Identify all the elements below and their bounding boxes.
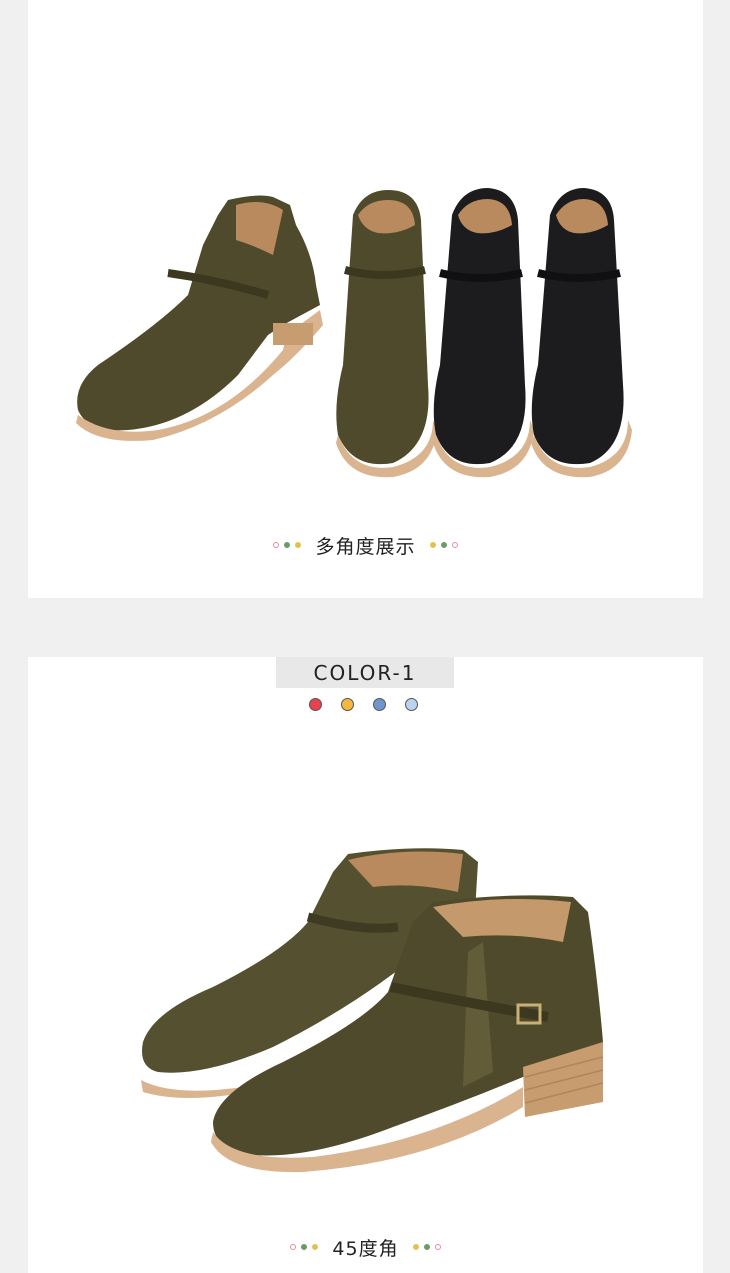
dot-icon (429, 542, 436, 548)
swatch-yellow[interactable] (341, 698, 354, 711)
boot-back-black-image (531, 188, 632, 478)
boot-front-olive-image (336, 190, 437, 478)
boot-front-black-image (433, 188, 534, 478)
caption-text: 45度角 (332, 1237, 399, 1260)
color-swatches (309, 698, 418, 711)
dot-icon (412, 1244, 419, 1250)
caption-text: 多角度展示 (315, 535, 416, 558)
dot-icon (290, 1244, 297, 1250)
dot-icon (301, 1244, 308, 1250)
decorative-dots-left (290, 1244, 319, 1250)
angle-caption: 45度角 (28, 1234, 703, 1260)
swatch-red[interactable] (309, 698, 322, 711)
dot-icon (295, 542, 302, 548)
multi-angle-caption: 多角度展示 (28, 532, 703, 558)
color-tab-label: COLOR-1 (276, 657, 454, 688)
dot-icon (451, 542, 458, 548)
boot-side-view-image (76, 195, 323, 441)
dot-icon (273, 542, 280, 548)
color-panel: COLOR-1 45度角 (28, 657, 703, 1273)
decorative-dots-right (412, 1244, 441, 1250)
decorative-dots-right (429, 542, 458, 548)
boots-45-degree-image (141, 848, 603, 1173)
multi-angle-panel: 多角度展示 (28, 0, 703, 598)
swatch-light-blue[interactable] (405, 698, 418, 711)
dot-icon (440, 542, 447, 548)
dot-icon (434, 1244, 441, 1250)
dot-icon (284, 542, 291, 548)
decorative-dots-left (273, 542, 302, 548)
dot-icon (312, 1244, 319, 1250)
swatch-blue[interactable] (373, 698, 386, 711)
dot-icon (423, 1244, 430, 1250)
